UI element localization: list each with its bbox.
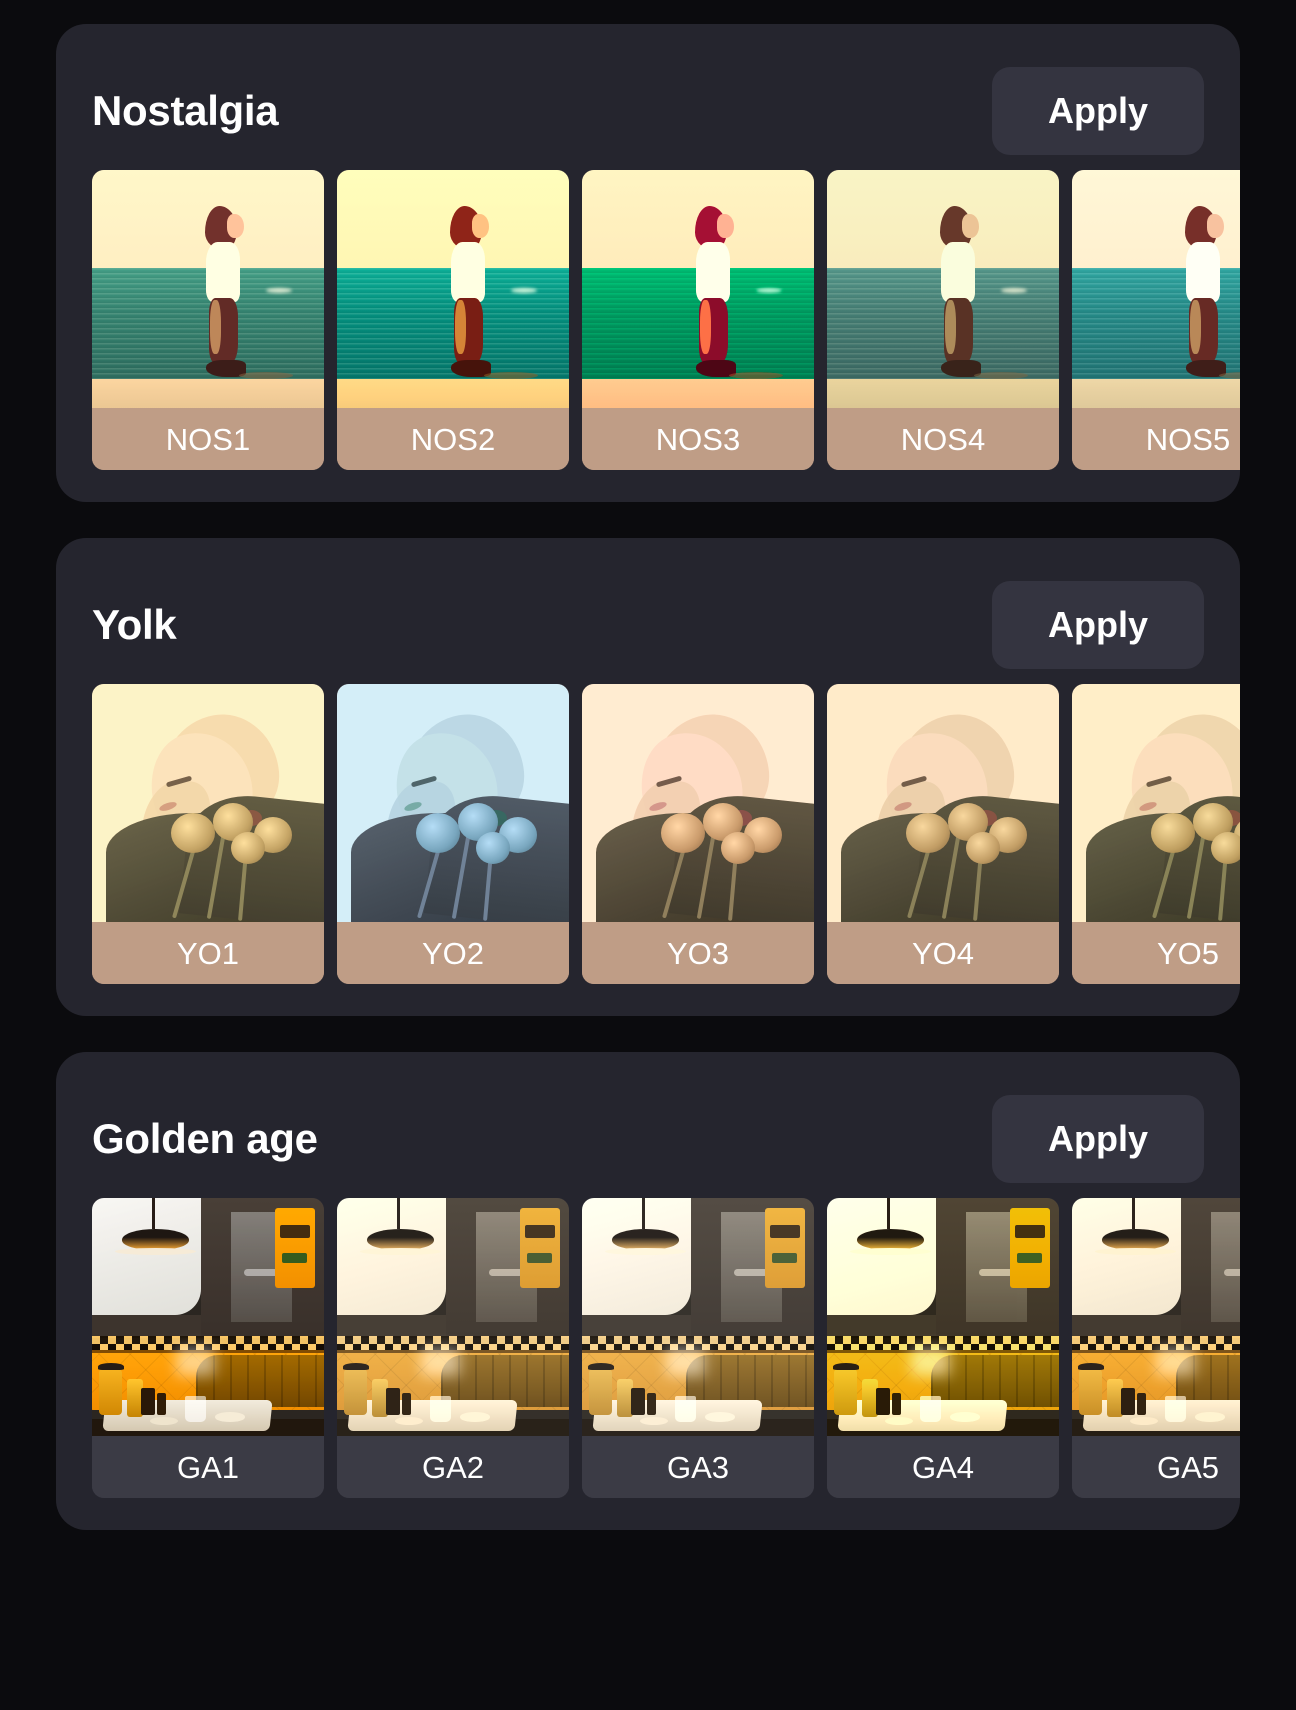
section-title: Yolk — [92, 601, 177, 648]
preset-thumbnail[interactable]: YO5 — [1072, 684, 1240, 984]
preset-label: NOS5 — [1072, 408, 1240, 470]
apply-button-yolk[interactable]: Apply — [991, 581, 1204, 669]
preset-label: YO3 — [582, 922, 814, 984]
preset-preview-image — [92, 170, 324, 408]
preset-thumbnail[interactable]: YO2 — [337, 684, 569, 984]
preset-preview-image — [827, 684, 1059, 922]
preset-preview-image — [92, 684, 324, 922]
apply-button-golden-age[interactable]: Apply — [991, 1095, 1204, 1183]
preset-label: GA4 — [827, 1436, 1059, 1498]
preset-preview-image — [92, 1198, 324, 1436]
preset-thumbnail[interactable]: NOS2 — [337, 170, 569, 470]
preset-card-yolk: Yolk Apply YO1 YO2 YO3 YO4 YO5 — [56, 538, 1240, 1016]
preset-label: GA5 — [1072, 1436, 1240, 1498]
preset-preview-image — [582, 684, 814, 922]
preset-thumbnail[interactable]: YO4 — [827, 684, 1059, 984]
preset-card-nostalgia: Nostalgia Apply NOS1 NOS2 NOS3 NOS4 NOS5 — [56, 24, 1240, 502]
preset-label: GA2 — [337, 1436, 569, 1498]
preset-label: YO4 — [827, 922, 1059, 984]
preset-label: NOS4 — [827, 408, 1059, 470]
preset-preview-image — [337, 684, 569, 922]
preset-preview-image — [582, 1198, 814, 1436]
presets-screen: Nostalgia Apply NOS1 NOS2 NOS3 NOS4 NOS5 Yolk Ap… — [0, 0, 1296, 1710]
preset-preview-image — [337, 170, 569, 408]
preset-thumbnail[interactable]: NOS1 — [92, 170, 324, 470]
preset-preview-image — [1072, 684, 1240, 922]
preset-thumbnail[interactable]: YO1 — [92, 684, 324, 984]
preset-label: YO2 — [337, 922, 569, 984]
preset-preview-image — [337, 1198, 569, 1436]
preset-preview-image — [1072, 1198, 1240, 1436]
preset-label: GA3 — [582, 1436, 814, 1498]
section-title: Golden age — [92, 1115, 318, 1162]
preset-thumbnail[interactable]: NOS3 — [582, 170, 814, 470]
preset-preview-image — [827, 170, 1059, 408]
card-header: Nostalgia Apply — [56, 64, 1240, 158]
preset-preview-image — [827, 1198, 1059, 1436]
preset-thumbnail[interactable]: GA4 — [827, 1198, 1059, 1498]
card-header: Yolk Apply — [56, 578, 1240, 672]
section-title: Nostalgia — [92, 87, 279, 134]
preset-thumbnail[interactable]: GA3 — [582, 1198, 814, 1498]
preset-card-golden-age: Golden age Apply GA1 GA2 GA3 GA4 GA5 — [56, 1052, 1240, 1530]
preset-label: NOS2 — [337, 408, 569, 470]
preset-thumbnail[interactable]: GA1 — [92, 1198, 324, 1498]
preset-label: YO1 — [92, 922, 324, 984]
preset-thumbnail[interactable]: GA2 — [337, 1198, 569, 1498]
preset-preview-image — [1072, 170, 1240, 408]
preset-thumbnail-row[interactable]: GA1 GA2 GA3 GA4 GA5 — [56, 1198, 1240, 1498]
preset-thumbnail[interactable]: GA5 — [1072, 1198, 1240, 1498]
preset-label: GA1 — [92, 1436, 324, 1498]
preset-label: NOS3 — [582, 408, 814, 470]
preset-preview-image — [582, 170, 814, 408]
preset-thumbnail-row[interactable]: YO1 YO2 YO3 YO4 YO5 — [56, 684, 1240, 984]
preset-label: YO5 — [1072, 922, 1240, 984]
preset-thumbnail-row[interactable]: NOS1 NOS2 NOS3 NOS4 NOS5 — [56, 170, 1240, 470]
preset-thumbnail[interactable]: NOS4 — [827, 170, 1059, 470]
card-header: Golden age Apply — [56, 1092, 1240, 1186]
preset-thumbnail[interactable]: YO3 — [582, 684, 814, 984]
preset-label: NOS1 — [92, 408, 324, 470]
preset-thumbnail[interactable]: NOS5 — [1072, 170, 1240, 470]
preset-sections-list: Nostalgia Apply NOS1 NOS2 NOS3 NOS4 NOS5 Yolk Ap… — [0, 24, 1296, 1530]
apply-button-nostalgia[interactable]: Apply — [991, 67, 1204, 155]
